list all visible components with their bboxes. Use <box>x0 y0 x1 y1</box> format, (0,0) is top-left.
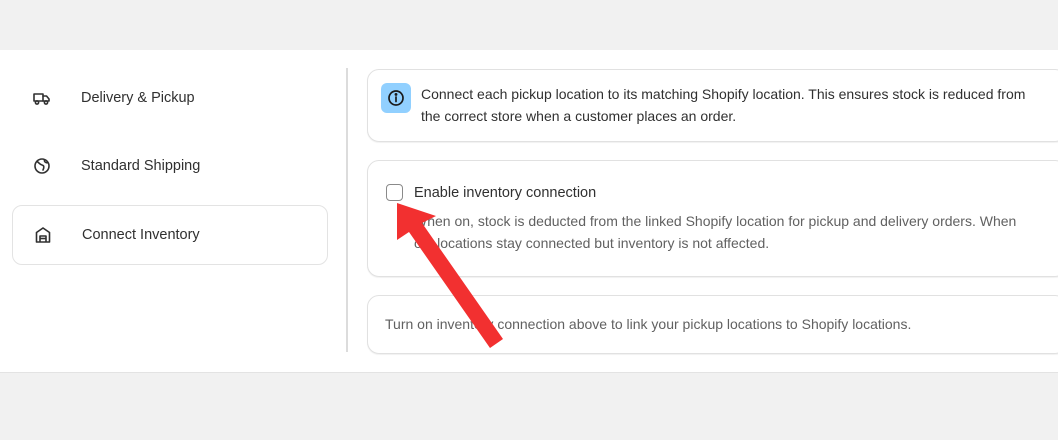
hint-text: Turn on inventory connection above to li… <box>385 316 912 332</box>
info-icon <box>381 83 411 113</box>
sidebar-item-label: Standard Shipping <box>81 158 201 174</box>
settings-panel: Delivery & Pickup Standard Shipping Conn… <box>0 50 1058 373</box>
warehouse-icon <box>32 224 54 246</box>
info-banner-text: Connect each pickup location to its matc… <box>421 86 1026 124</box>
truck-icon <box>31 87 53 109</box>
hint-card: Turn on inventory connection above to li… <box>367 295 1058 354</box>
vertical-divider <box>346 68 348 352</box>
sidebar-item-label: Connect Inventory <box>82 227 200 243</box>
enable-inventory-checkbox[interactable] <box>386 184 403 201</box>
enable-inventory-label[interactable]: Enable inventory connection <box>414 185 596 201</box>
inventory-connection-card: Enable inventory connection When on, sto… <box>367 160 1058 277</box>
enable-inventory-help-text: When on, stock is deducted from the link… <box>414 213 1017 251</box>
sidebar-item-standard-shipping[interactable]: Standard Shipping <box>12 136 328 196</box>
sidebar-item-connect-inventory[interactable]: Connect Inventory <box>12 205 328 265</box>
sidebar-item-delivery-pickup[interactable]: Delivery & Pickup <box>12 68 328 128</box>
sidebar-item-label: Delivery & Pickup <box>81 90 195 106</box>
info-banner: Connect each pickup location to its matc… <box>367 69 1058 142</box>
globe-icon <box>31 155 53 177</box>
top-bar <box>0 0 1058 51</box>
